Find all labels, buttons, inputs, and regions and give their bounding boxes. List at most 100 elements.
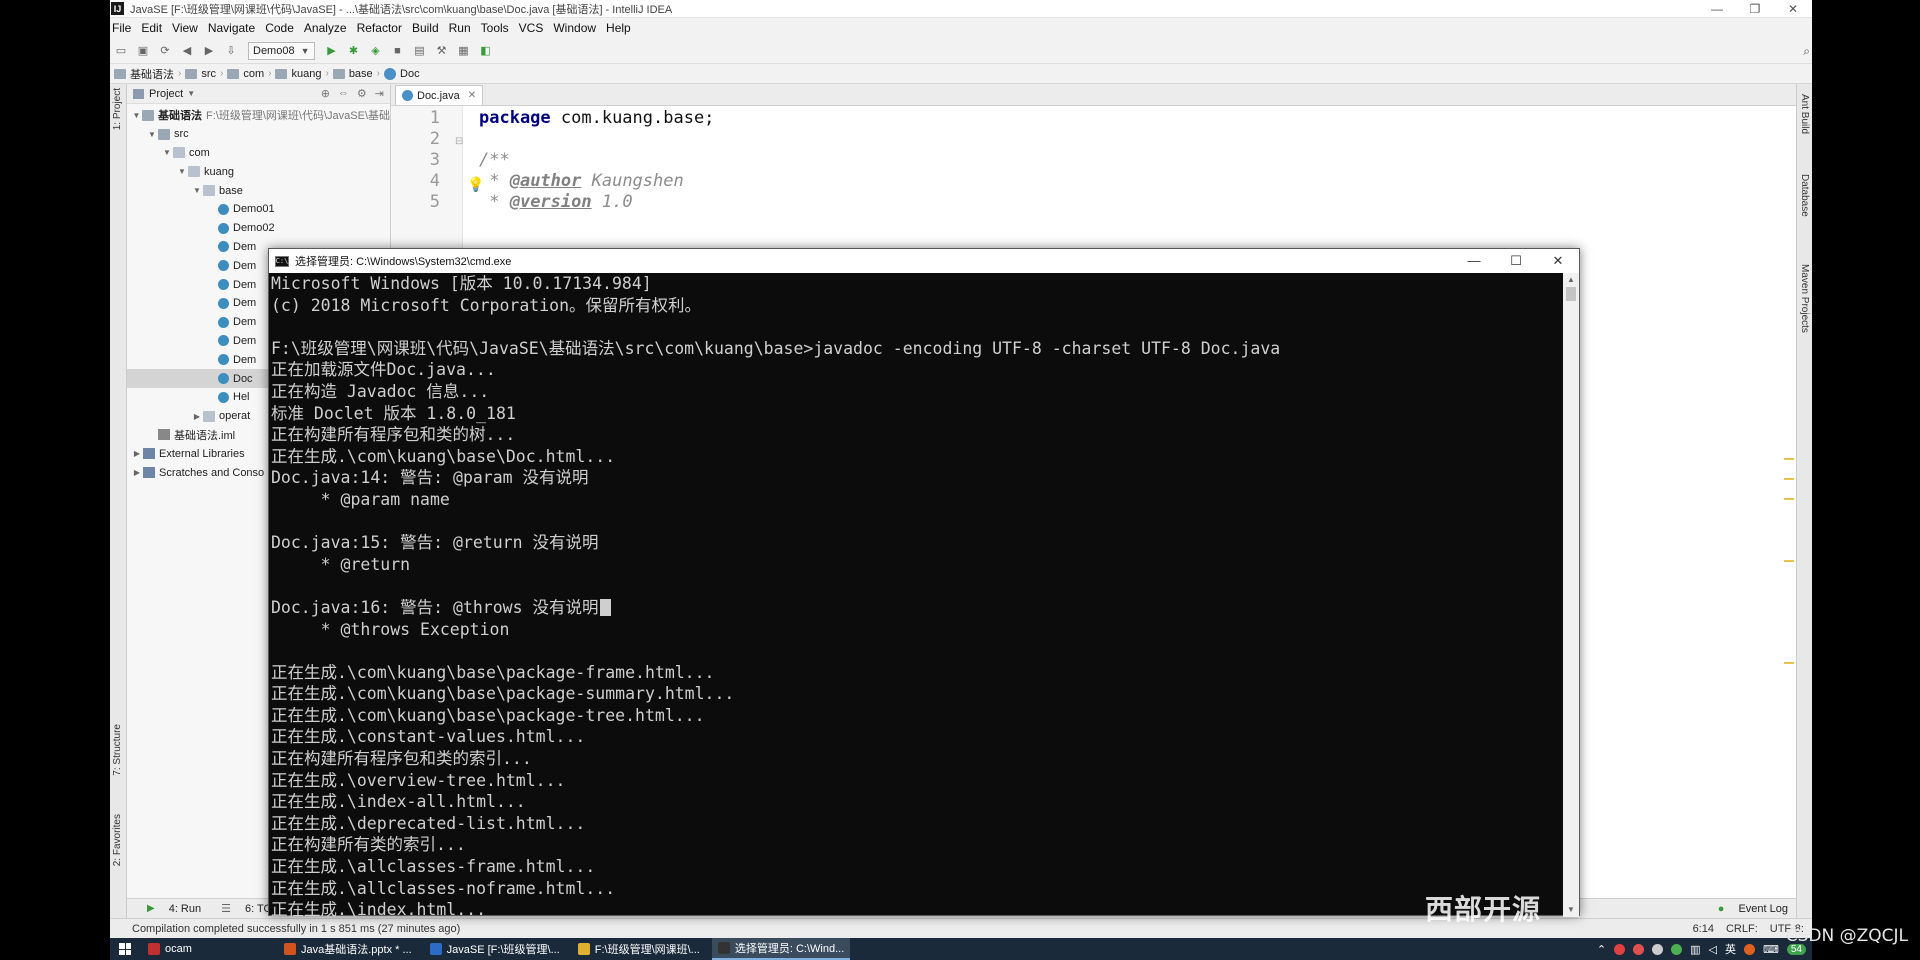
fold-icon[interactable]: ⊟ (455, 136, 463, 147)
sync-icon[interactable]: ⟳ (158, 44, 172, 58)
favorites-tool-tab[interactable]: 2: Favorites (112, 814, 123, 866)
menu-code[interactable]: Code (260, 21, 299, 35)
taskbar-task[interactable]: F:\班级管理\网课班\... (572, 938, 706, 960)
menu-analyze[interactable]: Analyze (299, 21, 352, 35)
app-tray-icon[interactable] (1671, 943, 1683, 955)
chevron-down-icon[interactable]: ▼ (187, 89, 195, 98)
chevron-down-icon[interactable]: ▼ (191, 186, 203, 195)
tab-doc-java[interactable]: Doc.java ✕ (395, 85, 484, 105)
breadcrumb-item[interactable]: com (223, 68, 268, 80)
debug-icon[interactable]: ✱ (347, 44, 361, 58)
chevron-right-icon[interactable]: ▶ (131, 468, 143, 477)
vcs-icon[interactable]: ◧ (479, 44, 493, 58)
locate-icon[interactable]: ⊕ (321, 87, 330, 100)
project-panel-title[interactable]: Project (149, 88, 183, 100)
search-everywhere-icon[interactable]: ⌕ (1803, 44, 1810, 59)
cmd-window[interactable]: C:\ 选择管理员: C:\Windows\System32\cmd.exe —… (268, 248, 1580, 917)
network-icon[interactable]: ▥ (1690, 943, 1700, 956)
taskbar-task[interactable]: JavaSE [F:\班级管理\... (424, 938, 566, 960)
tree-item[interactable]: Demo01 (127, 200, 390, 219)
menu-window[interactable]: Window (548, 21, 601, 35)
menu-vcs[interactable]: VCS (514, 21, 549, 35)
save-icon[interactable]: ▣ (136, 44, 150, 58)
ide-restore-button[interactable]: ❐ (1736, 0, 1774, 17)
scrollbar-thumb[interactable] (1566, 287, 1576, 301)
line-separator[interactable]: CRLF: (1726, 923, 1758, 935)
cmd-console-output[interactable]: Microsoft Windows [版本 10.0.17134.984] (c)… (269, 273, 1579, 917)
breadcrumb-item[interactable]: src (181, 68, 220, 80)
coverage-icon[interactable]: ◈ (369, 44, 383, 58)
app-tray-icon[interactable] (1743, 943, 1755, 955)
windows-start-button[interactable] (114, 938, 136, 960)
ant-build-tool-tab[interactable]: Ant Build (1799, 94, 1810, 134)
chevron-down-icon[interactable]: ▼ (176, 167, 188, 176)
project-structure-icon[interactable]: ▤ (413, 44, 427, 58)
cmd-maximize-button[interactable]: ☐ (1495, 253, 1537, 269)
menu-edit[interactable]: Edit (136, 21, 167, 35)
chevron-right-icon[interactable]: ▶ (131, 449, 143, 458)
tree-item[interactable]: ▼ com (127, 144, 390, 163)
tree-item[interactable]: ▼ 基础语法 F:\班级管理\网课班\代码\JavaSE\基础 (127, 106, 390, 125)
database-tool-tab[interactable]: Database (1799, 174, 1810, 217)
tree-item[interactable]: ▼ kuang (127, 162, 390, 181)
maven-tool-tab[interactable]: Maven Projects (1799, 264, 1810, 333)
menu-file[interactable]: File (110, 21, 136, 35)
menu-help[interactable]: Help (601, 21, 636, 35)
app-tray-icon[interactable] (1633, 943, 1645, 955)
volume-icon[interactable]: ◁ (1709, 943, 1717, 956)
chevron-up-icon[interactable]: ⌃ (1597, 943, 1606, 956)
chevron-down-icon[interactable]: ▼ (146, 130, 158, 139)
tree-item[interactable]: Demo02 (127, 219, 390, 238)
run-tool-tab[interactable]: ▶ 4: Run (137, 903, 201, 915)
menu-build[interactable]: Build (407, 21, 444, 35)
ide-minimize-button[interactable]: — (1698, 0, 1736, 17)
keyboard-icon[interactable]: ⌨ (1763, 943, 1779, 956)
menu-navigate[interactable]: Navigate (203, 21, 260, 35)
warning-mark[interactable] (1784, 560, 1794, 562)
build-icon[interactable]: ⇩ (224, 44, 238, 58)
run-configuration-dropdown[interactable]: Demo08 ▼ (248, 41, 315, 60)
tree-item[interactable]: ▼ src (127, 125, 390, 144)
event-log-tool-tab[interactable]: ● Event Log (1708, 903, 1788, 915)
warning-mark[interactable] (1784, 458, 1794, 460)
collapse-icon[interactable]: ⇔ (338, 87, 349, 100)
breadcrumb-item[interactable]: base (329, 68, 377, 80)
close-tab-icon[interactable]: ✕ (468, 90, 476, 101)
taskbar-task[interactable]: ocam (142, 938, 272, 960)
cmd-minimize-button[interactable]: — (1453, 253, 1495, 269)
warning-mark[interactable] (1784, 498, 1794, 500)
app-tray-icon[interactable] (1614, 943, 1626, 955)
breadcrumb-item[interactable]: Doc (380, 67, 424, 80)
sdk-icon[interactable]: ▦ (457, 44, 471, 58)
breadcrumb-item[interactable]: kuang (271, 68, 325, 80)
scroll-down-arrow-icon[interactable]: ▼ (1563, 903, 1579, 917)
stop-icon[interactable]: ■ (391, 44, 405, 58)
forward-arrow-icon[interactable]: ▶ (202, 44, 216, 58)
chevron-down-icon[interactable]: ▼ (161, 148, 173, 157)
menu-tools[interactable]: Tools (476, 21, 514, 35)
taskbar-task[interactable]: 选择管理员: C:\Wind... (711, 938, 851, 960)
input-language[interactable]: 英 (1725, 941, 1736, 957)
project-tool-tab[interactable]: 1: Project (112, 88, 123, 130)
cmd-close-button[interactable]: ✕ (1537, 253, 1579, 269)
run-icon[interactable]: ▶ (325, 44, 339, 58)
taskbar-task[interactable]: Java基础语法.pptx * ... (278, 938, 418, 960)
chevron-right-icon[interactable]: ▶ (191, 412, 203, 421)
open-folder-icon[interactable]: ▭ (114, 44, 128, 58)
menu-view[interactable]: View (167, 21, 203, 35)
breadcrumb-item[interactable]: 基础语法 (110, 66, 178, 82)
gear-icon[interactable]: ⚙ (357, 87, 367, 100)
menu-refactor[interactable]: Refactor (352, 21, 407, 35)
menu-run[interactable]: Run (444, 21, 476, 35)
caret-position[interactable]: 6:14 (1693, 923, 1714, 935)
structure-tool-tab[interactable]: 7: Structure (112, 724, 123, 776)
settings-icon[interactable]: ⚒ (435, 44, 449, 58)
scroll-up-arrow-icon[interactable]: ▲ (1563, 273, 1579, 287)
app-tray-icon[interactable] (1652, 943, 1664, 955)
tree-item[interactable]: ▼ base (127, 181, 390, 200)
hide-icon[interactable]: ⇥ (375, 87, 384, 100)
back-arrow-icon[interactable]: ◀ (180, 44, 194, 58)
warning-mark[interactable] (1784, 662, 1794, 664)
ide-close-button[interactable]: ✕ (1774, 0, 1812, 17)
cmd-title-bar[interactable]: C:\ 选择管理员: C:\Windows\System32\cmd.exe —… (269, 249, 1579, 273)
